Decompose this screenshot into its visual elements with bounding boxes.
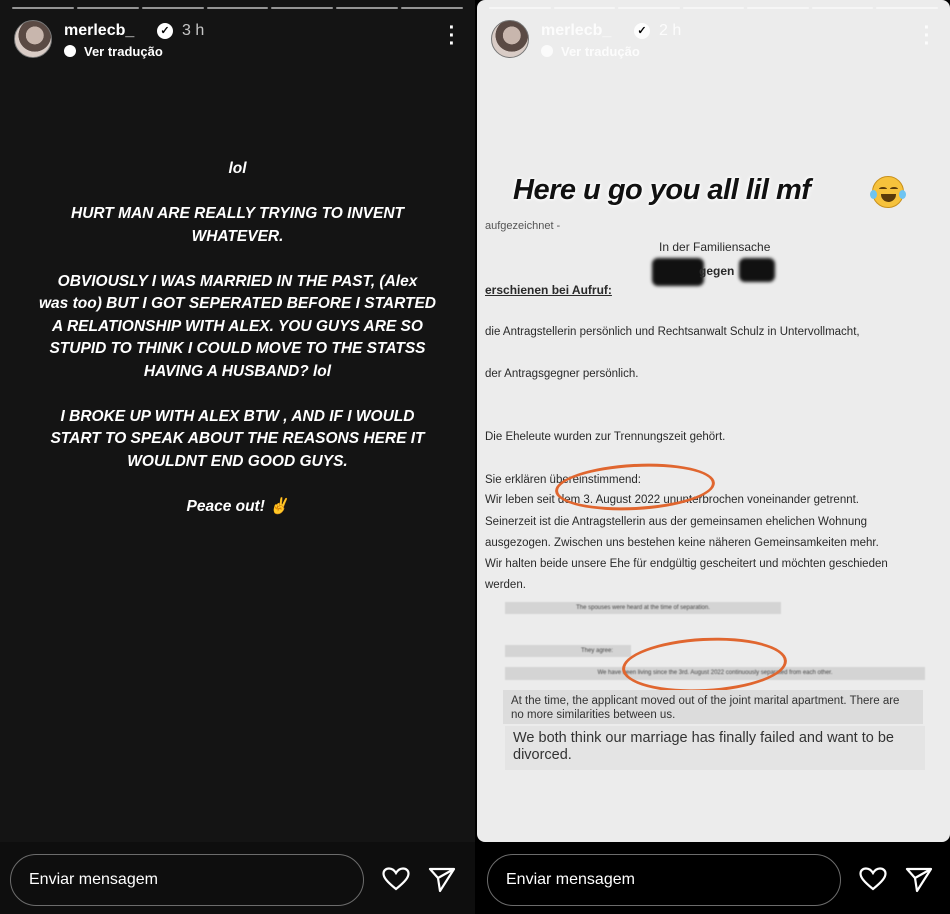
story-content[interactable]: aufgezeichnet - In der Familiensache geg… — [477, 0, 950, 842]
story-content[interactable]: merlecb_ ✓ 3 h Ver tradução · · · lol HURT… — [0, 0, 475, 842]
story-paragraph: I BROKE UP WITH ALEX BTW , AND IF I WOUL… — [50, 407, 425, 470]
doc-line: In der Familiensache — [659, 240, 771, 254]
verified-icon: ✓ — [634, 23, 650, 39]
story-headline: Here u go you all lil mf — [513, 174, 811, 206]
doc-line: die Antragstellerin persönlich und Recht… — [485, 326, 860, 338]
translation-strip: They agree: — [505, 645, 631, 657]
send-icon[interactable] — [428, 867, 456, 893]
username[interactable]: merlecb_ — [541, 22, 611, 40]
laughing-emoji-icon — [870, 176, 906, 208]
story-progress-bar — [489, 7, 939, 9]
post-time: 3 h — [182, 22, 205, 39]
story-paragraph: OBVIOUSLY I WAS MARRIED IN THE PAST, (Al… — [39, 272, 436, 380]
message-input[interactable]: Enviar mensagem — [10, 854, 364, 906]
story-text: lol HURT MAN ARE REALLY TRYING TO INVENT… — [30, 158, 445, 541]
doc-line: Wir halten beide unsere Ehe für endgülti… — [485, 558, 888, 570]
heart-icon[interactable] — [859, 867, 887, 891]
doc-line: Seinerzeit ist die Antragstellerin aus d… — [485, 516, 868, 528]
translation-box: We both think our marriage has finally f… — [505, 726, 925, 770]
highlight-circle — [553, 459, 717, 515]
story-header: merlecb_ ✓ 3 h Ver tradução · · · — [14, 18, 461, 62]
story-panel-right: aufgezeichnet - In der Familiensache geg… — [477, 0, 950, 914]
doc-line: erschienen bei Aufruf: — [485, 283, 612, 297]
doc-line: gegen — [699, 264, 735, 278]
message-input[interactable]: Enviar mensagem — [487, 854, 841, 906]
doc-line: ausgezogen. Zwischen uns bestehen keine … — [485, 537, 879, 549]
avatar[interactable] — [491, 20, 529, 58]
more-options-icon[interactable]: · · · — [447, 18, 457, 54]
story-footer: Enviar mensagem — [0, 842, 475, 914]
verified-icon: ✓ — [157, 23, 173, 39]
translate-icon — [541, 45, 553, 57]
post-time: 2 h — [659, 22, 682, 39]
doc-line: werden. — [485, 579, 526, 591]
story-footer: Enviar mensagem — [477, 842, 950, 914]
avatar[interactable] — [14, 20, 52, 58]
translation-box: At the time, the applicant moved out of … — [503, 690, 923, 724]
doc-line: aufgezeichnet - — [485, 220, 561, 232]
doc-line: Die Eheleute wurden zur Trennungszeit ge… — [485, 431, 726, 443]
story-panel-left: merlecb_ ✓ 3 h Ver tradução · · · lol HURT… — [0, 0, 475, 914]
story-paragraph: Peace out! ✌ — [186, 497, 289, 515]
redaction — [739, 258, 775, 282]
translate-button[interactable]: Ver tradução — [64, 44, 163, 59]
story-paragraph: HURT MAN ARE REALLY TRYING TO INVENT WHA… — [71, 205, 404, 245]
translate-button[interactable]: Ver tradução — [541, 44, 640, 59]
translate-icon — [64, 45, 76, 57]
heart-icon[interactable] — [382, 867, 410, 891]
send-icon[interactable] — [905, 867, 933, 893]
redaction — [652, 258, 704, 286]
username[interactable]: merlecb_ — [64, 22, 134, 40]
story-paragraph: lol — [228, 160, 247, 177]
story-header: merlecb_ ✓ 2 h Ver tradução · · · — [491, 18, 936, 62]
highlight-circle — [620, 633, 789, 697]
doc-line: der Antragsgegner persönlich. — [485, 368, 639, 380]
more-options-icon[interactable]: · · · — [922, 18, 932, 54]
translation-strip: The spouses were heard at the time of se… — [505, 602, 781, 614]
story-progress-bar — [12, 7, 464, 9]
